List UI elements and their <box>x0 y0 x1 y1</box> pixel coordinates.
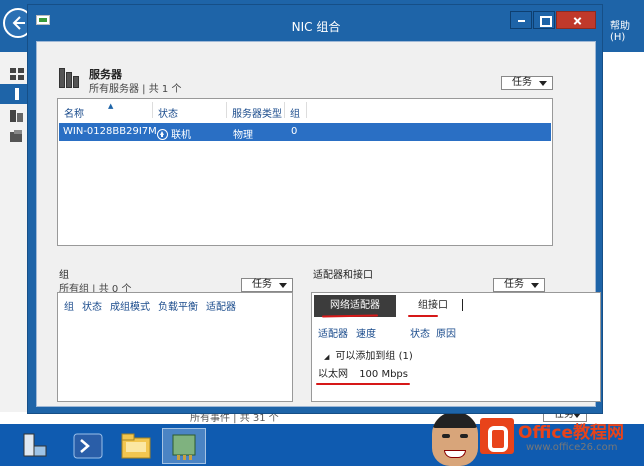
server-type-cell: 物理 <box>233 130 253 141</box>
column-header-server-type[interactable]: 服务器类型 <box>232 105 282 120</box>
servers-icon <box>59 68 81 88</box>
adapter-speed-cell: 100 Mbps <box>359 369 408 380</box>
taskbar-file-explorer[interactable] <box>114 428 158 464</box>
maximize-button[interactable] <box>533 11 555 29</box>
column-header-status[interactable]: 状态 <box>158 105 178 120</box>
taskbar-powershell[interactable] <box>66 428 110 464</box>
back-arrow-icon <box>12 16 25 30</box>
server-status-cell: 联机 <box>157 126 191 141</box>
column-header-team-status[interactable]: 状态 <box>82 298 102 313</box>
watermark-brand: Office教程网 <box>518 423 625 443</box>
teams-table[interactable]: 组 状态 成组模式 负载平衡 适配器 <box>57 292 293 402</box>
server-name-cell: WIN-0128BB29I7M <box>63 126 157 137</box>
site-watermark: Office教程网 www.office26.com <box>430 408 644 466</box>
window-controls <box>510 11 596 29</box>
teams-task-dropdown[interactable]: 任务 <box>241 278 293 292</box>
office-logo-icon <box>480 418 514 454</box>
servers-subtitle: 所有服务器 | 共 1 个 <box>89 84 182 95</box>
powershell-icon <box>73 433 103 459</box>
annotation-underline <box>408 315 438 317</box>
local-server-icon <box>10 88 24 100</box>
folder-icon <box>121 433 151 459</box>
tab-network-adapters[interactable]: 网络适配器 <box>314 295 396 317</box>
annotation-underline <box>321 314 379 318</box>
adapters-title: 适配器和接口 <box>313 270 373 281</box>
adapters-task-dropdown[interactable]: 任务 <box>493 278 545 292</box>
dialog-client-area: 服务器 所有服务器 | 共 1 个 任务 ▲ 名称 状态 服务器类型 组 WIN… <box>36 41 601 407</box>
adapter-name-cell: 以太网 <box>318 369 348 380</box>
server-manager-icon <box>23 433 47 457</box>
file-services-icon[interactable] <box>10 130 24 142</box>
sort-ascending-icon: ▲ <box>108 102 114 110</box>
column-header-name[interactable]: ▲ 名称 <box>64 102 113 120</box>
column-header-adapter[interactable]: 适配器 <box>318 325 348 340</box>
group-header-available[interactable]: ◢ 可以添加到组 (1) <box>324 347 413 362</box>
column-header-teams[interactable]: 组 <box>290 105 300 120</box>
annotation-underline <box>316 383 410 385</box>
tab-team-interfaces[interactable]: 组接口 <box>398 295 468 317</box>
minimize-button[interactable] <box>510 11 532 29</box>
all-servers-icon[interactable] <box>10 110 24 122</box>
collapse-triangle-icon: ◢ <box>324 353 330 361</box>
column-header-team[interactable]: 组 <box>64 298 74 313</box>
servers-task-dropdown[interactable]: 任务 <box>501 76 553 90</box>
adapters-panel: 网络适配器 组接口 适配器 速度 状态 原因 ◢ 可以添加到组 (1) 以太网 1… <box>311 292 601 402</box>
taskbar-server-manager[interactable] <box>12 428 56 464</box>
online-status-icon <box>157 129 168 140</box>
column-header-teaming-mode[interactable]: 成组模式 <box>110 298 150 313</box>
network-adapter-icon <box>172 434 196 460</box>
dashboard-icon[interactable] <box>10 68 24 80</box>
servers-table[interactable]: ▲ 名称 状态 服务器类型 组 WIN-0128BB29I7M 联机 物理 0 <box>57 98 553 246</box>
table-row[interactable]: WIN-0128BB29I7M 联机 物理 0 <box>59 123 551 141</box>
column-header-adapter-status[interactable]: 状态 <box>410 325 430 340</box>
server-teams-cell: 0 <box>291 126 298 137</box>
nic-teaming-dialog: NIC 组合 服务器 所有服务器 | 共 1 个 任务 ▲ 名称 状态 服务器类… <box>27 4 603 414</box>
watermark-avatar <box>432 412 478 466</box>
close-button[interactable] <box>556 11 596 29</box>
help-menu[interactable]: 帮助(H) <box>610 17 644 43</box>
teams-title: 组 <box>59 270 69 281</box>
column-header-speed[interactable]: 速度 <box>356 325 376 340</box>
watermark-url: www.office26.com <box>526 442 618 453</box>
taskbar-nic-teaming[interactable] <box>162 428 206 464</box>
table-row[interactable]: 以太网 100 Mbps <box>318 365 408 380</box>
column-header-reason[interactable]: 原因 <box>436 325 456 340</box>
column-header-load-balancing[interactable]: 负载平衡 <box>158 298 198 313</box>
column-header-adapters[interactable]: 适配器 <box>206 298 236 313</box>
text-cursor <box>462 299 463 311</box>
